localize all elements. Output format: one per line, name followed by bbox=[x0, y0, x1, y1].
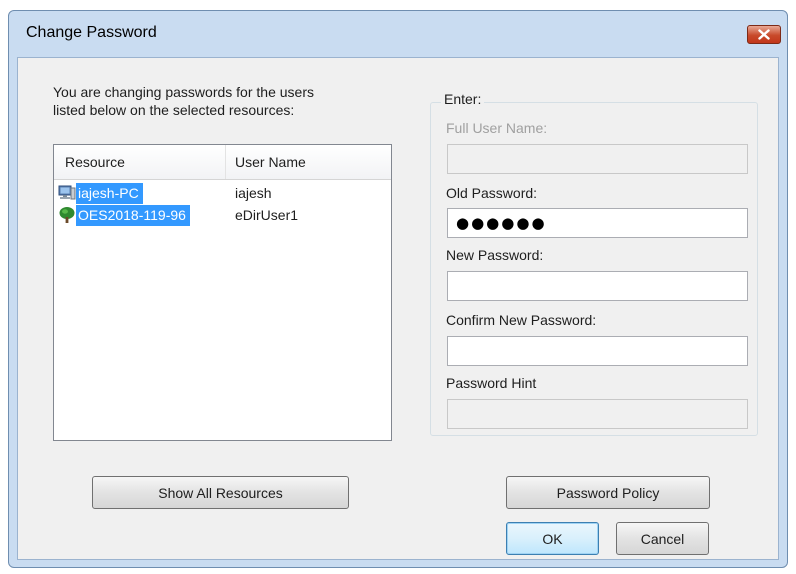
user-name-cell: eDirUser1 bbox=[235, 207, 299, 223]
password-hint-field bbox=[447, 399, 748, 429]
computer-icon bbox=[58, 184, 76, 202]
show-all-resources-button[interactable]: Show All Resources bbox=[92, 476, 349, 509]
dialog-body: You are changing passwords for the users… bbox=[17, 57, 779, 560]
old-password-label: Old Password: bbox=[446, 185, 538, 201]
cancel-button[interactable]: Cancel bbox=[616, 522, 709, 555]
new-password-label: New Password: bbox=[446, 247, 544, 263]
enter-group-legend: Enter: bbox=[441, 91, 485, 107]
full-user-name-label: Full User Name: bbox=[446, 120, 548, 136]
list-header: Resource User Name bbox=[54, 145, 391, 180]
resource-list[interactable]: Resource User Name iajesh-PC iajesh OES2… bbox=[53, 144, 392, 441]
user-name-cell: iajesh bbox=[235, 185, 272, 201]
change-password-dialog: Change Password You are changing passwor… bbox=[8, 10, 788, 568]
confirm-new-password-field[interactable] bbox=[447, 336, 748, 366]
new-password-field[interactable] bbox=[447, 271, 748, 301]
resource-cell: iajesh-PC bbox=[58, 182, 143, 204]
confirm-new-password-label: Confirm New Password: bbox=[446, 312, 597, 328]
list-row[interactable]: OES2018-119-96 eDirUser1 bbox=[54, 204, 391, 226]
password-hint-label: Password Hint bbox=[446, 375, 537, 391]
window-title: Change Password bbox=[26, 24, 157, 41]
full-user-name-field bbox=[447, 144, 748, 174]
resource-cell: OES2018-119-96 bbox=[58, 204, 190, 226]
tree-icon bbox=[58, 206, 76, 224]
title-bar[interactable]: Change Password bbox=[9, 11, 787, 57]
instructions-line-2: listed below on the selected resources: bbox=[53, 102, 295, 118]
old-password-field[interactable] bbox=[447, 208, 748, 238]
resource-name: iajesh-PC bbox=[76, 182, 143, 204]
column-header-resource[interactable]: Resource bbox=[54, 145, 226, 179]
instructions-line-1: You are changing passwords for the users bbox=[53, 84, 314, 100]
close-icon bbox=[758, 29, 770, 40]
close-button[interactable] bbox=[747, 25, 781, 44]
resource-name: OES2018-119-96 bbox=[76, 204, 190, 226]
column-header-user-name[interactable]: User Name bbox=[226, 145, 391, 179]
list-row[interactable]: iajesh-PC iajesh bbox=[54, 182, 391, 204]
ok-button[interactable]: OK bbox=[506, 522, 599, 555]
password-policy-button[interactable]: Password Policy bbox=[506, 476, 710, 509]
instructions-text: You are changing passwords for the users… bbox=[53, 83, 383, 119]
